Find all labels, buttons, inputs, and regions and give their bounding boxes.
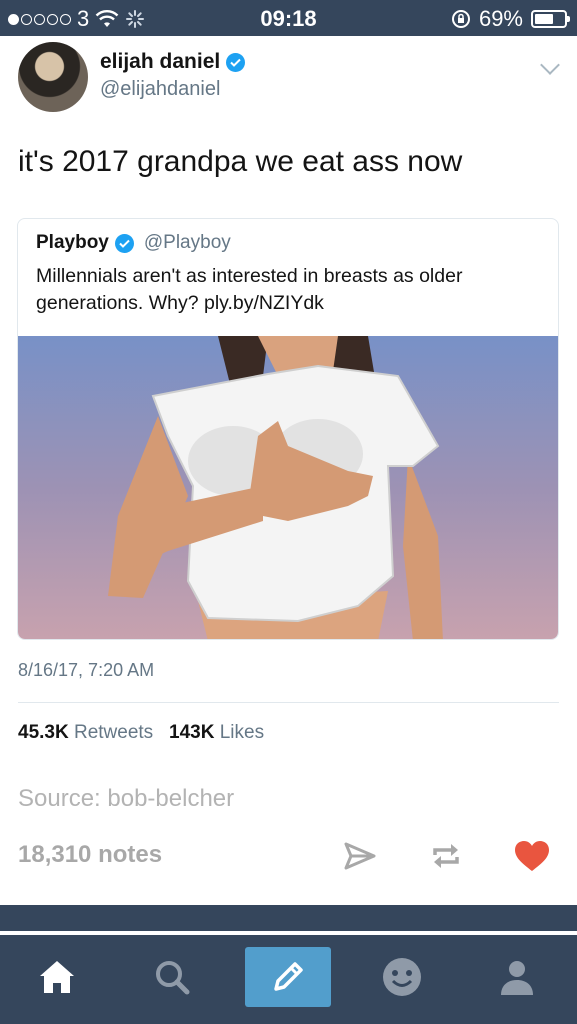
share-icon [344, 842, 376, 870]
verified-badge-icon [114, 233, 134, 253]
tweet-text: it's 2017 grandpa we eat ass now [18, 145, 463, 178]
status-bar: 3 09:18 69% [0, 0, 577, 36]
quoted-tweet-text: Millennials aren't as interested in brea… [36, 265, 463, 314]
like-button[interactable] [512, 836, 552, 876]
chevron-down-icon[interactable] [540, 55, 560, 75]
quoted-author-handle: @Playboy [143, 232, 231, 253]
tweet-stats: 45.3K Retweets 143K Likes [18, 722, 264, 744]
heart-icon [515, 841, 549, 871]
likes-count: 143K [169, 722, 215, 743]
tab-account[interactable] [485, 947, 549, 1007]
dashboard-divider-band [0, 905, 577, 931]
verified-badge-icon [226, 52, 246, 72]
smile-icon [383, 958, 421, 996]
retweets-count: 45.3K [18, 722, 69, 743]
tab-bar [0, 935, 577, 1024]
share-button[interactable] [340, 836, 380, 876]
tweet-date: 8/16/17, 7:20 AM [18, 660, 155, 680]
rotation-lock-icon [451, 10, 470, 28]
author-name-row[interactable]: elijah daniel [100, 50, 246, 74]
tab-search[interactable] [140, 947, 204, 1007]
compose-icon [274, 962, 303, 991]
search-icon [156, 961, 190, 995]
reblog-icon [433, 844, 459, 868]
battery-icon [531, 10, 570, 28]
quoted-tweet[interactable]: Playboy @Playboy Millennials aren't as i… [17, 218, 559, 640]
account-icon [501, 961, 533, 995]
quoted-tweet-image[interactable] [18, 336, 558, 639]
post-source[interactable]: Source: bob-belcher [18, 785, 234, 813]
notes-count[interactable]: 18,310 notes [18, 841, 162, 869]
author-handle[interactable]: @elijahdaniel [100, 78, 220, 101]
battery-percent: 69% [478, 6, 523, 31]
battery-group: 69% [451, 6, 570, 32]
likes-label: Likes [219, 722, 265, 743]
divider [18, 702, 559, 703]
home-icon [40, 961, 74, 993]
quoted-author-name: Playboy [36, 232, 109, 253]
avatar[interactable] [18, 42, 88, 112]
reblog-button[interactable] [426, 836, 466, 876]
retweets-label: Retweets [73, 722, 154, 743]
tab-home[interactable] [25, 947, 89, 1007]
quoted-tweet-header: Playboy @Playboy [36, 232, 231, 254]
tab-compose[interactable] [245, 947, 331, 1007]
tab-activity[interactable] [370, 947, 434, 1007]
author-name: elijah daniel [100, 50, 221, 73]
